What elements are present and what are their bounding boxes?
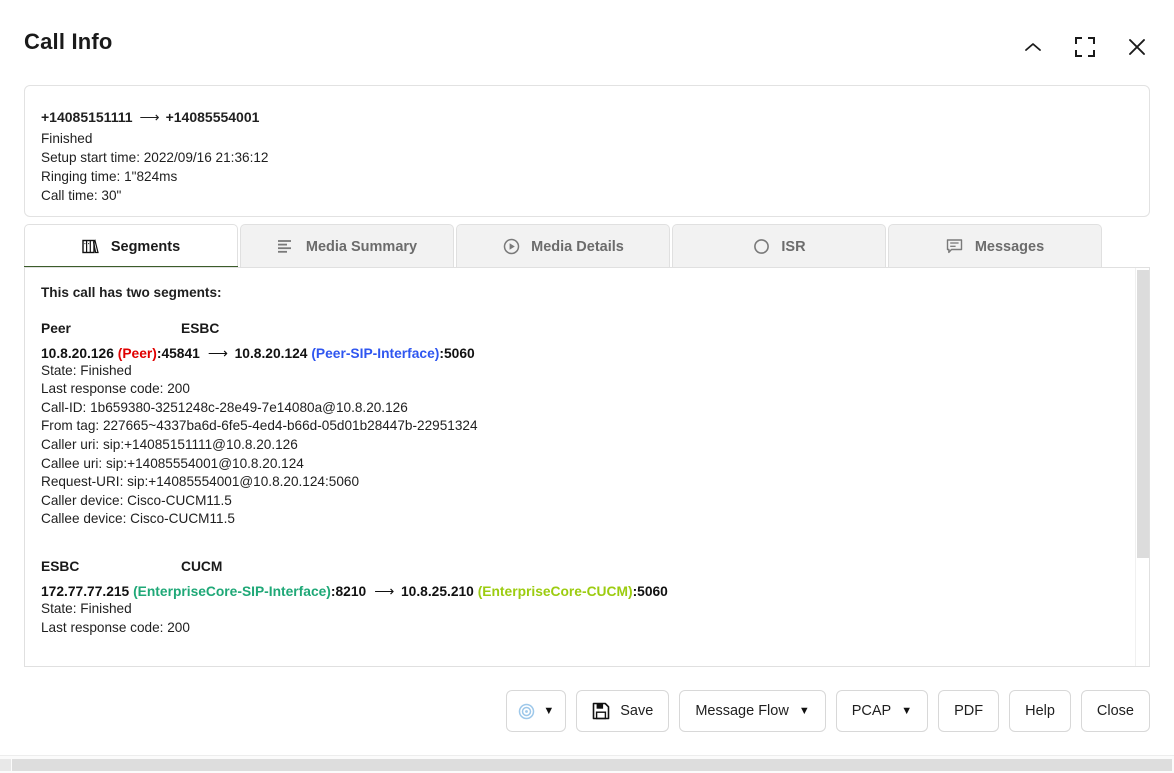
chevron-down-icon: ▼	[798, 704, 810, 717]
segment-left-host: Peer	[41, 320, 71, 336]
call-state: Finished	[41, 131, 93, 146]
segment-detail: Last response code: 200	[41, 381, 190, 397]
scrollbar-corner	[0, 759, 11, 771]
route-src-label: (EnterpriseCore-SIP-Interface)	[133, 583, 331, 599]
tab-segments[interactable]: Segments	[24, 224, 238, 269]
floppy-disk-icon	[592, 702, 610, 720]
tab-media-summary[interactable]: Media Summary	[240, 224, 454, 268]
close-icon	[1127, 37, 1147, 57]
vertical-scrollbar-thumb[interactable]	[1137, 270, 1149, 558]
toolbar-buttons: ▼ Save Message Flow ▼ PCAP ▼ PDF Help Cl…	[506, 690, 1150, 732]
collapse-button[interactable]	[1018, 32, 1048, 62]
pdf-label: PDF	[954, 703, 984, 719]
segment-detail: State: Finished	[41, 600, 132, 616]
help-button[interactable]: Help	[1009, 690, 1071, 732]
pcap-label: PCAP	[851, 703, 892, 719]
route-dst-port: :5060	[439, 345, 475, 361]
segments-content: This call has two segments: Peer ESBC 10.…	[25, 268, 1135, 666]
message-flow-label: Message Flow	[695, 703, 789, 719]
target-circle-icon	[518, 703, 535, 720]
segment-detail: State: Finished	[41, 362, 132, 378]
segment-detail: Last response code: 200	[41, 619, 190, 635]
call-parties: +14085151111 ⟶ +14085554001	[41, 108, 1149, 127]
route-src-port: :8210	[330, 583, 367, 599]
footer-toolbar: ▼ Save Message Flow ▼ PCAP ▼ PDF Help Cl…	[0, 690, 1174, 742]
speech-bubble-icon	[946, 238, 964, 256]
route-arrow-icon: ⟶	[374, 583, 394, 599]
segments-panel: This call has two segments: Peer ESBC 10.…	[24, 267, 1150, 667]
tab-label: ISR	[781, 238, 806, 255]
segment-right-host: CUCM	[181, 558, 223, 574]
tab-messages[interactable]: Messages	[888, 224, 1102, 268]
message-flow-button[interactable]: Message Flow ▼	[679, 690, 826, 732]
route-dst-port: :5060	[632, 583, 668, 599]
direction-arrow-icon: ⟶	[139, 109, 160, 125]
route-src-port: :45841	[156, 345, 200, 361]
segment-detail: Request-URI: sip:+14085554001@10.8.20.12…	[41, 474, 360, 490]
tab-media-details[interactable]: Media Details	[456, 224, 670, 268]
route-src-ip: 172.77.77.215	[41, 583, 130, 599]
circle-icon	[752, 238, 770, 256]
call-time: Call time: 30"	[41, 188, 122, 203]
chevron-down-icon: ▼	[901, 704, 913, 717]
segments-icon	[82, 238, 100, 256]
segments-intro: This call has two segments:	[41, 285, 222, 300]
title-bar: Call Info	[0, 0, 1174, 80]
caller-number: +14085151111	[41, 109, 133, 125]
call-info-window: Call Info +14085151111 ⟶ +14085554001 Fi…	[0, 0, 1174, 773]
segment-route: 172.77.77.215 (EnterpriseCore-SIP-Interf…	[41, 584, 1135, 600]
segment-detail: Call-ID: 1b659380-3251248c-28e49-7e14080…	[41, 399, 408, 415]
close-button[interactable]	[1122, 32, 1152, 62]
pcap-button[interactable]: PCAP ▼	[835, 690, 929, 732]
segment-detail: Caller uri: sip:+14085151111@10.8.20.126	[41, 436, 298, 452]
route-src-ip: 10.8.20.126	[41, 345, 114, 361]
list-lines-icon	[277, 238, 295, 256]
segment-route: 10.8.20.126 (Peer):45841 ⟶ 10.8.20.124 (Pe…	[41, 346, 1135, 362]
horizontal-scrollbar-thumb[interactable]	[12, 759, 1172, 771]
horizontal-scrollbar[interactable]	[0, 755, 1174, 773]
tab-label: Media Details	[531, 238, 624, 255]
route-src-label: (Peer)	[117, 345, 157, 361]
segment-block: Peer ESBC 10.8.20.126 (Peer):45841 ⟶ 10.8.2…	[41, 321, 1135, 529]
segment-detail: Callee uri: sip:+14085554001@10.8.20.124	[41, 455, 304, 471]
chevron-down-icon: ▼	[543, 704, 555, 717]
segment-detail: From tag: 227665~4337ba6d-6fe5-4ed4-b66d…	[41, 418, 478, 434]
route-dst-label: (Peer-SIP-Interface)	[311, 345, 440, 361]
fullscreen-button[interactable]	[1070, 32, 1100, 62]
route-dst-ip: 10.8.20.124	[234, 345, 308, 361]
segment-hosts: ESBC CUCM	[41, 559, 1135, 574]
close-button-label: Close	[1096, 703, 1134, 719]
segment-left-host: ESBC	[41, 558, 80, 574]
tab-strip: Segments Media Summary Media Details ISR…	[24, 224, 1150, 269]
tab-label: Messages	[974, 238, 1045, 255]
chevron-up-icon	[1024, 41, 1042, 53]
record-dropdown-button[interactable]: ▼	[506, 690, 567, 732]
route-dst-label: (EnterpriseCore-CUCM)	[477, 583, 633, 599]
tab-label: Segments	[110, 238, 181, 255]
play-circle-icon	[502, 238, 520, 256]
segment-detail: Callee device: Cisco-CUCM11.5	[41, 511, 235, 527]
pdf-button[interactable]: PDF	[938, 690, 1000, 732]
expand-icon	[1074, 36, 1096, 58]
help-label: Help	[1025, 703, 1055, 719]
segment-detail: Caller device: Cisco-CUCM11.5	[41, 492, 232, 508]
ringing-time: Ringing time: 1"824ms	[41, 169, 178, 184]
callee-number: +14085554001	[165, 109, 260, 125]
route-dst-ip: 10.8.25.210	[400, 583, 474, 599]
vertical-scrollbar[interactable]	[1135, 268, 1149, 666]
route-arrow-icon: ⟶	[207, 345, 228, 361]
call-summary-card: +14085151111 ⟶ +14085554001 Finished Setup…	[24, 85, 1150, 217]
save-button[interactable]: Save	[576, 690, 670, 732]
segment-right-host: ESBC	[181, 320, 220, 336]
tab-isr[interactable]: ISR	[672, 224, 886, 268]
save-button-label: Save	[620, 703, 654, 719]
segment-hosts: Peer ESBC	[41, 321, 1135, 336]
window-actions	[1018, 32, 1152, 62]
page-title: Call Info	[24, 29, 113, 54]
segment-block: ESBC CUCM 172.77.77.215 (EnterpriseCore-S…	[41, 559, 1135, 637]
close-dialog-button[interactable]: Close	[1080, 690, 1150, 732]
tab-label: Media Summary	[305, 238, 418, 255]
setup-start-time: Setup start time: 2022/09/16 21:36:12	[41, 150, 269, 165]
